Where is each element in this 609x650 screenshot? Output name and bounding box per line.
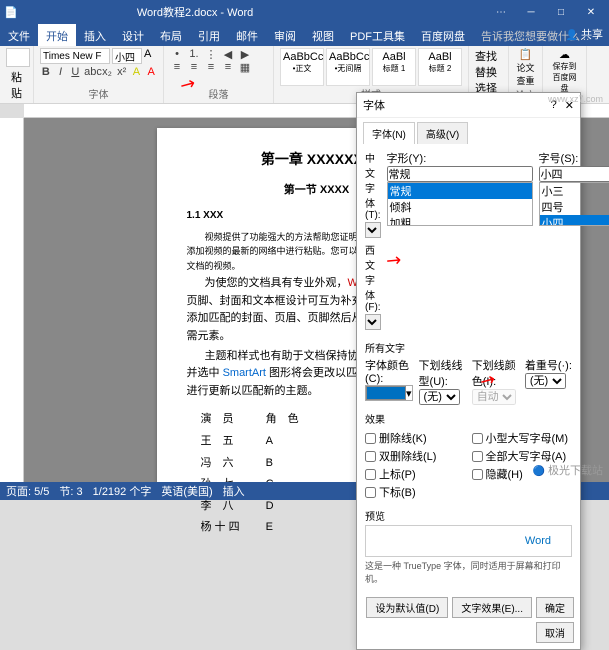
menu-layout[interactable]: 布局 <box>152 24 190 46</box>
menu-pdf[interactable]: PDF工具集 <box>342 24 413 46</box>
numbering-icon[interactable]: 1. <box>187 48 201 61</box>
style-input[interactable] <box>387 166 533 182</box>
set-default-button[interactable]: 设为默认值(D) <box>366 597 448 618</box>
menu-home[interactable]: 开始 <box>38 24 76 46</box>
size-list[interactable]: 小三 四号 小四 <box>539 182 609 226</box>
italic-icon[interactable]: I <box>55 66 67 78</box>
status-insert[interactable]: 插入 <box>223 483 245 499</box>
style-h1[interactable]: AaBl标题 1 <box>372 48 416 86</box>
table-row: 杨 十 四E <box>189 518 311 538</box>
align-left-icon[interactable]: ≡ <box>170 61 184 74</box>
style-h2[interactable]: AaBl标题 2 <box>418 48 462 86</box>
window-close[interactable]: ✕ <box>577 3 605 21</box>
status-page[interactable]: 页面: 5/5 <box>6 483 49 499</box>
tab-advanced[interactable]: 高级(V) <box>417 122 468 144</box>
underline-select[interactable]: (无) <box>419 389 460 405</box>
preview-box: Word <box>365 525 572 557</box>
watermark-url: www.xz7.com <box>548 94 603 104</box>
tab-font[interactable]: 字体(N) <box>363 122 415 144</box>
text-effect-button[interactable]: 文字效果(E)... <box>452 597 532 618</box>
underline-icon[interactable]: U <box>69 66 81 78</box>
sub-icon[interactable]: x₂ <box>101 66 113 78</box>
window-options[interactable]: ⋯ <box>487 3 515 21</box>
group-font: 字体 <box>40 86 157 101</box>
cancel-button[interactable]: 取消 <box>536 622 574 643</box>
preview-note: 这是一种 TrueType 字体，同时适用于屏幕和打印机。 <box>365 559 572 585</box>
actors-table: 演 员角 色 王 五A 冯 六B 孙 七C 李 八D 杨 十 四E <box>187 408 313 540</box>
font-color-select[interactable]: ▾ <box>365 385 413 401</box>
menu-ref[interactable]: 引用 <box>190 24 228 46</box>
watermark-site: 🔵 极光下载站 <box>533 462 603 478</box>
chk-sub[interactable] <box>365 487 376 498</box>
menu-view[interactable]: 视图 <box>304 24 342 46</box>
align-center-icon[interactable]: ≡ <box>187 61 201 74</box>
bold-icon[interactable]: B <box>40 66 52 78</box>
app-icon: 📄 <box>4 6 20 19</box>
status-section[interactable]: 节: 3 <box>59 483 82 499</box>
chk-strike[interactable] <box>365 433 376 444</box>
paste-label[interactable]: 粘贴 <box>6 69 27 101</box>
highlight-icon[interactable]: A <box>131 66 143 78</box>
super-icon[interactable]: x² <box>116 66 128 78</box>
status-wordcount[interactable]: 1/2192 个字 <box>93 483 152 499</box>
west-font-select[interactable]: Times New Roman <box>365 314 381 330</box>
menu-mail[interactable]: 邮件 <box>228 24 266 46</box>
multilevel-icon[interactable]: ⋮ <box>204 48 218 61</box>
table-row: 冯 六B <box>189 454 311 474</box>
menu-baidu[interactable]: 百度网盘 <box>413 24 473 46</box>
color-icon[interactable]: A <box>145 66 157 78</box>
paste-icon[interactable] <box>6 48 30 67</box>
baidu-icon[interactable]: ☁ <box>549 48 580 61</box>
replace-button[interactable]: 替换 <box>475 64 502 80</box>
font-dialog: 字体 ? ✕ 字体(N) 高级(V) 中文字体(T): 宋体 西文字体(F): … <box>356 92 581 650</box>
window-max[interactable]: □ <box>547 3 575 21</box>
ok-button[interactable]: 确定 <box>536 597 574 618</box>
size-input[interactable] <box>539 166 609 182</box>
menu-review[interactable]: 审阅 <box>266 24 304 46</box>
strike-icon[interactable]: abc <box>84 66 98 78</box>
grow-font-icon[interactable]: A <box>144 48 151 64</box>
menu-design[interactable]: 设计 <box>114 24 152 46</box>
font-size-input[interactable] <box>112 48 142 64</box>
align-right-icon[interactable]: ≡ <box>204 61 218 74</box>
chk-dstrike[interactable] <box>365 451 376 462</box>
chk-allcap[interactable] <box>472 451 483 462</box>
chk-smallcap[interactable] <box>472 433 483 444</box>
vertical-ruler[interactable] <box>0 118 24 498</box>
align-just-icon[interactable]: ≡ <box>221 61 235 74</box>
status-lang[interactable]: 英语(美国) <box>161 483 212 499</box>
indent-dec-icon[interactable]: ◀ <box>221 48 235 61</box>
menu-insert[interactable]: 插入 <box>76 24 114 46</box>
cn-font-select[interactable]: 宋体 <box>365 222 381 238</box>
dialog-title: 字体 <box>363 97 385 113</box>
bullets-icon[interactable]: • <box>170 48 184 61</box>
window-title: Word教程2.docx - Word <box>137 4 253 20</box>
chk-super[interactable] <box>365 469 376 480</box>
font-name-input[interactable] <box>40 48 110 64</box>
style-nospace[interactable]: AaBbCc•无间隔 <box>326 48 370 86</box>
find-button[interactable]: 查找 <box>475 48 502 64</box>
lunwen-icon[interactable]: 📋 <box>515 48 536 61</box>
menu-file[interactable]: 文件 <box>0 24 38 46</box>
ucolor-select[interactable]: 自动 <box>472 389 516 405</box>
style-list[interactable]: 常规 倾斜 加粗 <box>387 182 533 226</box>
table-row: 王 五A <box>189 432 311 452</box>
shading-icon[interactable]: ▦ <box>238 61 252 74</box>
share-button[interactable]: 👤 共享 <box>566 26 603 42</box>
emph-select[interactable]: (无) <box>525 373 566 389</box>
window-min[interactable]: ─ <box>517 3 545 21</box>
chk-hidden[interactable] <box>472 469 483 480</box>
indent-inc-icon[interactable]: ▶ <box>238 48 252 61</box>
style-normal[interactable]: AaBbCc•正文 <box>280 48 324 86</box>
